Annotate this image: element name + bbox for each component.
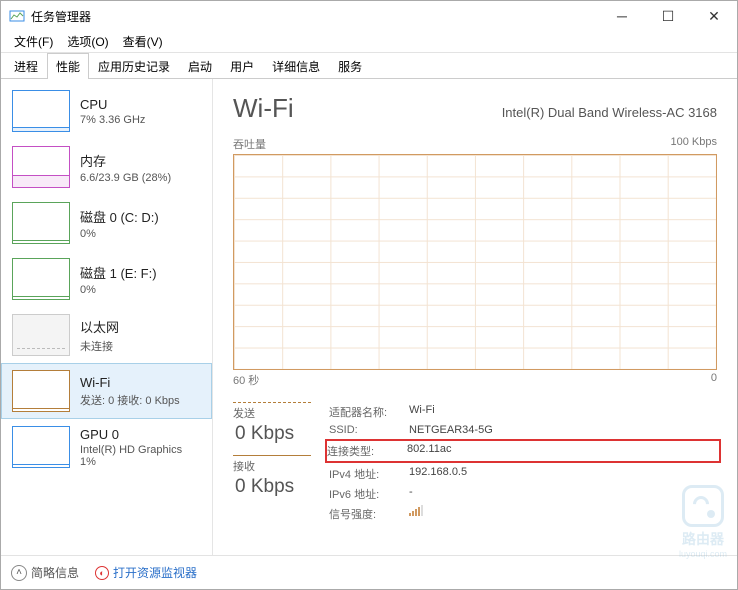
content-area: CPU 7% 3.36 GHz 内存 6.6/23.9 GB (28%) 磁盘 … [1,79,737,555]
info-val: Wi-Fi [409,404,435,420]
eth-thumb [12,314,70,356]
main-header: Wi-Fi Intel(R) Dual Band Wireless-AC 316… [233,93,717,124]
recv-value: 0 Kbps [233,476,311,498]
tab-processes[interactable]: 进程 [5,53,47,79]
sidebar-item-disk0[interactable]: 磁盘 0 (C: D:) 0% [1,195,212,251]
info-key: 信号强度: [329,506,409,522]
sidebar-sublabel: 0% [80,284,205,296]
info-table: 适配器名称:Wi-Fi SSID:NETGEAR34-5G 连接类型:802.1… [329,402,717,524]
page-title: Wi-Fi [233,93,294,124]
sidebar-label: GPU 0 [80,427,205,442]
brief-info-toggle[interactable]: ˄ 简略信息 [11,564,79,581]
mem-thumb [12,146,70,188]
info-key: SSID: [329,424,409,436]
window-controls: ─ ☐ ✕ [599,1,737,31]
sidebar-label: Wi-Fi [80,375,205,390]
footer: ˄ 简略信息 ◐ 打开资源监视器 [1,555,737,589]
sidebar-item-memory[interactable]: 内存 6.6/23.9 GB (28%) [1,139,212,195]
sidebar-sublabel: 6.6/23.9 GB (28%) [80,172,205,184]
menu-options[interactable]: 选项(O) [60,31,115,52]
window-title: 任务管理器 [31,8,599,25]
throughput-chart[interactable] [233,154,717,370]
chart-label-bl: 60 秒 [233,372,259,388]
sidebar-item-disk1[interactable]: 磁盘 1 (E: F:) 0% [1,251,212,307]
send-value: 0 Kbps [233,423,311,445]
chart-label-tl: 吞吐量 [233,136,266,152]
info-key: IPv4 地址: [329,466,409,482]
chart-label-tr: 100 Kbps [671,136,717,152]
close-button[interactable]: ✕ [691,1,737,31]
info-val: NETGEAR34-5G [409,424,493,436]
tab-details[interactable]: 详细信息 [263,53,329,79]
sidebar-label: CPU [80,97,205,112]
sidebar-label: 磁盘 0 (C: D:) [80,207,205,226]
throughput-chart-area: 吞吐量 100 Kbps 60 秒 0 [233,136,717,388]
gpu-thumb [12,426,70,468]
sidebar-sublabel: Intel(R) HD Graphics 1% [80,444,205,468]
sidebar-sublabel: 发送: 0 接收: 0 Kbps [80,392,205,408]
signal-strength-icon [409,506,423,522]
menubar: 文件(F) 选项(O) 查看(V) [1,31,737,53]
recv-stat: 接收 0 Kbps [233,455,311,498]
cpu-thumb [12,90,70,132]
performance-sidebar: CPU 7% 3.36 GHz 内存 6.6/23.9 GB (28%) 磁盘 … [1,79,213,555]
info-key: 连接类型: [327,443,407,459]
connection-type-row-highlight: 连接类型:802.11ac [325,439,721,463]
tab-services[interactable]: 服务 [329,53,371,79]
chart-label-br: 0 [711,372,717,388]
main-panel: Wi-Fi Intel(R) Dual Band Wireless-AC 316… [213,79,737,555]
tab-app-history[interactable]: 应用历史记录 [89,53,179,79]
tabs: 进程 性能 应用历史记录 启动 用户 详细信息 服务 [1,53,737,79]
sidebar-label: 内存 [80,151,205,170]
menu-file[interactable]: 文件(F) [7,31,60,52]
sidebar-item-cpu[interactable]: CPU 7% 3.36 GHz [1,83,212,139]
menu-view[interactable]: 查看(V) [116,31,170,52]
adapter-full-name: Intel(R) Dual Band Wireless-AC 3168 [502,105,717,120]
sidebar-item-wifi[interactable]: Wi-Fi 发送: 0 接收: 0 Kbps [1,363,212,419]
info-val: - [409,486,413,502]
app-icon [9,8,25,24]
wifi-thumb [12,370,70,412]
open-resource-monitor-link[interactable]: ◐ 打开资源监视器 [95,564,197,581]
sidebar-item-ethernet[interactable]: 以太网 未连接 [1,307,212,363]
disk-thumb [12,202,70,244]
sidebar-sublabel: 0% [80,228,205,240]
sidebar-sublabel: 7% 3.36 GHz [80,114,205,126]
sidebar-item-gpu0[interactable]: GPU 0 Intel(R) HD Graphics 1% [1,419,212,475]
sidebar-label: 以太网 [80,317,205,336]
disk-thumb [12,258,70,300]
maximize-button[interactable]: ☐ [645,1,691,31]
send-stat: 发送 0 Kbps [233,402,311,445]
info-key: 适配器名称: [329,404,409,420]
tab-performance[interactable]: 性能 [47,53,89,79]
info-key: IPv6 地址: [329,486,409,502]
task-manager-window: 任务管理器 ─ ☐ ✕ 文件(F) 选项(O) 查看(V) 进程 性能 应用历史… [0,0,738,590]
send-label: 发送 [233,405,311,421]
sidebar-label: 磁盘 1 (E: F:) [80,263,205,282]
recv-label: 接收 [233,458,311,474]
tab-startup[interactable]: 启动 [179,53,221,79]
tab-users[interactable]: 用户 [221,53,263,79]
stats-row: 发送 0 Kbps 接收 0 Kbps 适配器名称:Wi-Fi SSID:NET… [233,402,717,524]
titlebar: 任务管理器 ─ ☐ ✕ [1,1,737,31]
sidebar-sublabel: 未连接 [80,338,205,354]
info-val: 192.168.0.5 [409,466,467,482]
chevron-up-icon: ˄ [11,565,27,581]
minimize-button[interactable]: ─ [599,1,645,31]
resource-monitor-icon: ◐ [95,566,109,580]
info-val: 802.11ac [407,443,451,459]
